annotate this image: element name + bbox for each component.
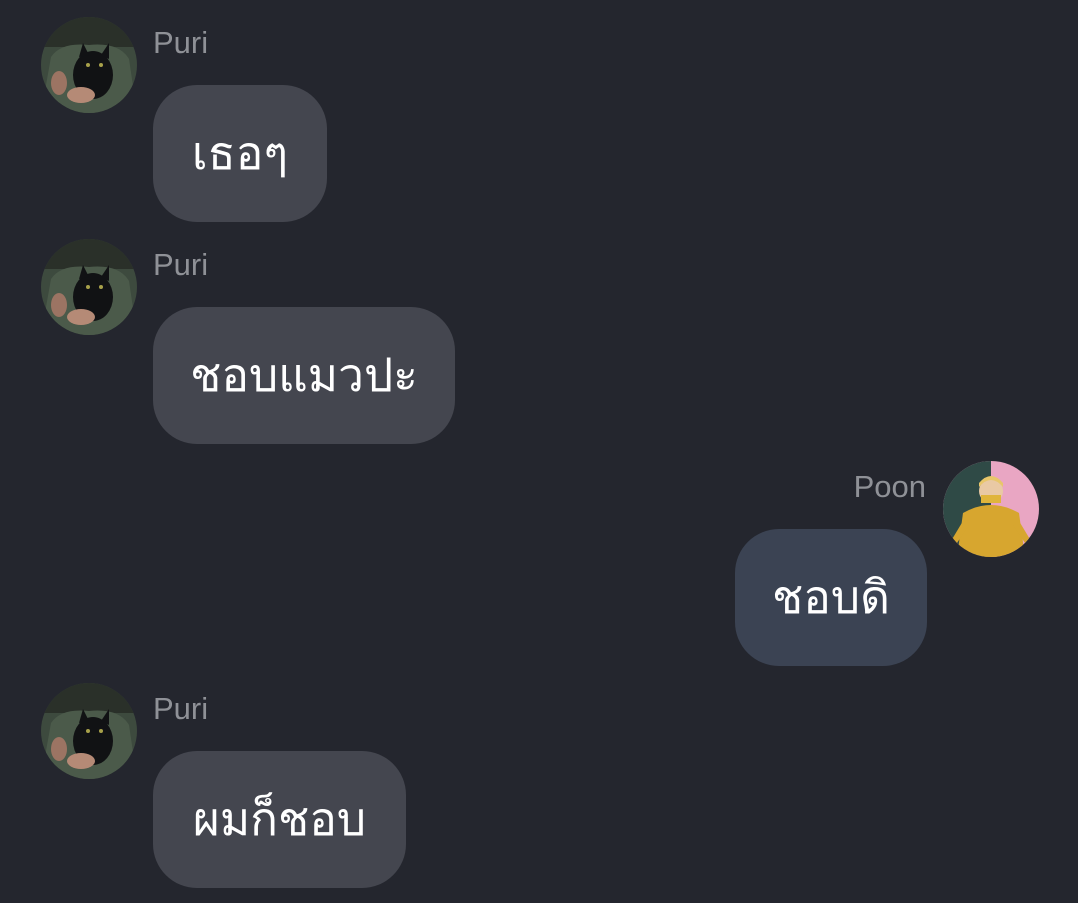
message-bubble[interactable]: เธอๆ [153, 85, 327, 222]
sender-name: Puri [153, 691, 209, 726]
puri-avatar[interactable] [41, 239, 137, 335]
poon-avatar[interactable] [943, 461, 1039, 557]
cat-photo-avatar-icon [41, 683, 137, 779]
yellow-sweater-photo-avatar-icon [943, 461, 1039, 557]
sender-name: Puri [153, 247, 209, 282]
sender-name: Poon [853, 469, 926, 504]
message-bubble[interactable]: ผมก็ชอบ [153, 751, 406, 888]
puri-avatar[interactable] [41, 17, 137, 113]
sender-name: Puri [153, 25, 209, 60]
message-bubble[interactable]: ชอบดิ [735, 529, 927, 666]
message-bubble[interactable]: ชอบแมวปะ [153, 307, 455, 444]
cat-photo-avatar-icon [41, 239, 137, 335]
chat-thread: Puri เธอๆ Puri ชอบแมวปะ Poon ชอบดิ Puri … [0, 0, 1078, 903]
puri-avatar[interactable] [41, 683, 137, 779]
cat-photo-avatar-icon [41, 17, 137, 113]
